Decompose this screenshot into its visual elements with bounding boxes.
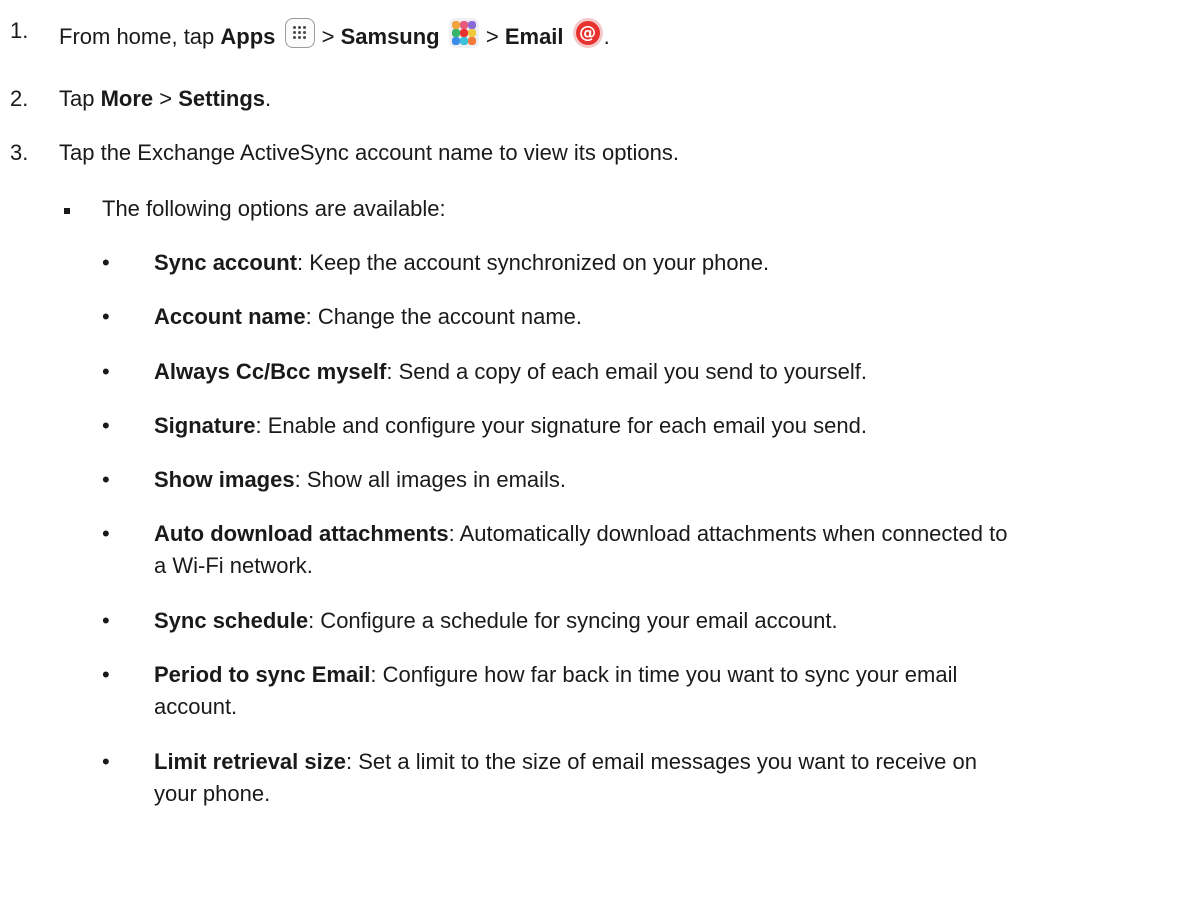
more-label: More [100, 86, 154, 111]
samsung-label: Samsung [340, 24, 440, 49]
step-number: 3. [10, 140, 29, 165]
email-label: Email [504, 24, 564, 49]
step-3: Tap the Exchange ActiveSync account name… [59, 140, 680, 165]
bullet-icon: • [102, 521, 110, 546]
step-2: Tap More > Settings. [59, 86, 272, 111]
option-item-continuation: account. [154, 694, 238, 719]
bullet-icon: • [102, 250, 110, 275]
apps-label: Apps [220, 24, 276, 49]
options-intro: The following options are available: [102, 196, 446, 221]
step-text: From home, tap [59, 24, 221, 49]
option-item: Period to sync Email: Configure how far … [154, 662, 958, 687]
option-item: Auto download attachments: Automatically… [154, 521, 1008, 546]
apps-grid-icon [284, 18, 315, 48]
option-item: Limit retrieval size: Set a limit to the… [154, 749, 977, 774]
option-item-continuation: your phone. [154, 781, 271, 806]
step-number: 2. [10, 86, 29, 111]
option-item: Sync account: Keep the account synchroni… [154, 250, 770, 275]
email-at-icon: @ [572, 18, 603, 48]
option-item: Account name: Change the account name. [154, 304, 583, 329]
bullet-icon: • [102, 467, 110, 492]
option-item: Signature: Enable and configure your sig… [154, 413, 867, 438]
bullet-icon: • [102, 608, 110, 633]
settings-label: Settings [178, 86, 266, 111]
step-1: From home, tap Apps > Samsung > Email @ … [59, 18, 610, 50]
bullet-icon: • [102, 359, 110, 384]
bullet-icon: • [102, 749, 110, 774]
square-bullet-icon [64, 208, 70, 214]
option-item: Always Cc/Bcc myself: Send a copy of eac… [154, 359, 867, 384]
option-item: Sync schedule: Configure a schedule for … [154, 608, 838, 633]
document-page: 1. From home, tap Apps > Samsung > Email… [0, 0, 1199, 900]
bullet-icon: • [102, 662, 110, 687]
option-item: Show images: Show all images in emails. [154, 467, 567, 492]
bullet-icon: • [102, 413, 110, 438]
option-item-continuation: a Wi-Fi network. [154, 553, 313, 578]
bullet-icon: • [102, 304, 110, 329]
separator: > [315, 24, 341, 49]
samsung-folder-icon [448, 18, 479, 48]
separator: > [479, 24, 505, 49]
step-number: 1. [10, 18, 29, 43]
